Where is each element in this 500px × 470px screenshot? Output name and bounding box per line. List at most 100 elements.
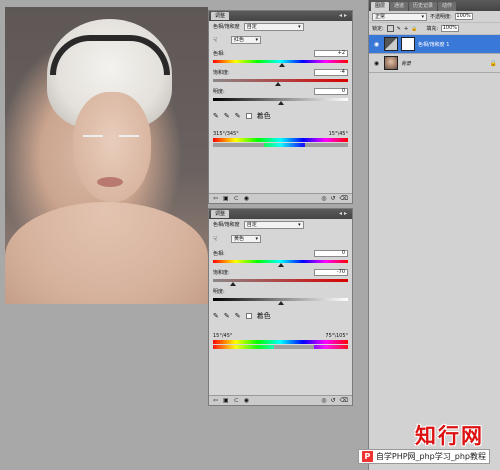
document-photo[interactable] <box>5 7 208 304</box>
saturation-slider[interactable] <box>213 78 348 86</box>
photo-eye-left <box>83 135 103 139</box>
hue-slider[interactable] <box>213 259 348 267</box>
adjustments-tab[interactable]: 调整 <box>211 12 230 20</box>
adjustments-tab[interactable]: 调整 <box>211 210 230 218</box>
panel-title: 色相/饱和度 <box>213 24 240 30</box>
preset-select-value: 自定 <box>246 221 257 228</box>
blend-mode-value: 正常 <box>375 13 386 20</box>
lock-row: 锁定: ✎ ✛ 🔒 填充: 100% <box>369 23 500 35</box>
photo-eye-right <box>119 135 139 139</box>
lightness-row: 明度: 0 <box>209 86 352 97</box>
reset-icon[interactable]: ↺ <box>330 397 335 404</box>
layer-row-background[interactable]: ◉ 背景 🔒 <box>369 54 500 73</box>
photo-shoulders <box>5 202 208 304</box>
saturation-label: 饱和度: <box>213 70 230 76</box>
colorize-checkbox[interactable] <box>245 313 252 319</box>
eyedropper-minus-icon[interactable]: ✎ <box>235 312 241 320</box>
blend-mode-select[interactable]: 正常 ▾ <box>372 12 427 21</box>
blend-row: 正常 ▾ 不透明度: 100% <box>369 11 500 23</box>
trash-icon[interactable]: ⌫ <box>340 397 348 404</box>
fill-label: 填充: <box>426 26 439 32</box>
hue-input[interactable]: 0 <box>314 250 348 257</box>
panel-footer: ⇦ ▣ ⊂ ◉ ◎ ↺ ⌫ <box>209 193 352 203</box>
hue-input[interactable]: +2 <box>314 50 348 57</box>
saturation-input[interactable]: -70 <box>314 269 348 276</box>
clip-layer-icon[interactable]: ⊂ <box>234 397 239 404</box>
adjustments-panel-yellow: 调整 ◂▸ 色相/饱和度 自定 ▾ ☟ 黄色 ▾ 色相: 0 饱和度: -70 … <box>208 208 353 406</box>
hue-row: 色相: +2 <box>209 48 352 59</box>
channel-row: ☟ 红色 ▾ <box>209 34 352 45</box>
preset-select[interactable]: 自定 ▾ <box>243 220 304 229</box>
lock-brush-icon[interactable]: ✎ <box>397 26 401 32</box>
back-arrow-icon[interactable]: ⇦ <box>213 397 218 404</box>
tab-layers[interactable]: 图层 <box>371 2 390 11</box>
previous-state-icon[interactable]: ◎ <box>321 195 326 202</box>
lock-move-icon[interactable]: ✛ <box>404 26 408 32</box>
previous-state-icon[interactable]: ◎ <box>321 397 326 404</box>
eyedropper-row: ✎ ✎ ✎ 着色 <box>209 310 352 322</box>
preset-select[interactable]: 自定 ▾ <box>243 22 304 31</box>
range-mask <box>273 345 315 349</box>
tab-channels[interactable]: 通道 <box>390 2 409 11</box>
lightness-slider-thumb[interactable] <box>277 101 284 105</box>
visibility-eye-icon[interactable]: ◉ <box>372 60 381 67</box>
preset-select-value: 自定 <box>246 23 257 30</box>
panel-footer: ⇦ ▣ ⊂ ◉ ◎ ↺ ⌫ <box>209 395 352 405</box>
layer-thumbnail <box>384 56 398 70</box>
range-right: 75°\105° <box>325 333 348 339</box>
lightness-slider[interactable] <box>213 97 348 105</box>
visibility-eye-icon[interactable]: ◉ <box>244 397 249 404</box>
watermark-logo-text: 知行网 <box>415 423 484 448</box>
tab-actions[interactable]: 动作 <box>438 2 457 11</box>
lock-label: 锁定: <box>372 26 384 32</box>
eyedropper-plus-icon[interactable]: ✎ <box>224 312 230 320</box>
eyedropper-minus-icon[interactable]: ✎ <box>235 112 241 120</box>
lightness-label: 明度: <box>213 89 225 95</box>
range-readout: 15°/45° 75°\105° <box>209 332 352 340</box>
watermark-p-logo: P <box>361 451 373 462</box>
lightness-row: 明度: <box>209 286 352 297</box>
eyedropper-icon[interactable]: ✎ <box>213 312 219 320</box>
channel-select[interactable]: 黄色 ▾ <box>231 234 261 243</box>
visibility-eye-icon[interactable]: ◉ <box>372 41 381 48</box>
layer-mask-thumbnail[interactable] <box>401 37 415 51</box>
layer-row-adjustment[interactable]: ◉ 色相/饱和度 1 <box>369 35 500 54</box>
back-arrow-icon[interactable]: ⇦ <box>213 195 218 202</box>
eyedropper-icon[interactable]: ✎ <box>213 112 219 120</box>
hand-target-icon[interactable]: ☟ <box>213 235 225 243</box>
opacity-label: 不透明度: <box>430 14 452 20</box>
lightness-slider[interactable] <box>213 297 348 305</box>
lightness-slider-thumb[interactable] <box>277 301 284 305</box>
saturation-input[interactable]: -4 <box>314 69 348 76</box>
opacity-input[interactable]: 100% <box>454 13 473 20</box>
chevron-down-icon: ▾ <box>255 235 258 242</box>
range-mask-left <box>213 143 265 147</box>
lightness-input[interactable]: 0 <box>314 88 348 95</box>
canvas-workspace: 调整 ◂▸ 色相/饱和度 自定 ▾ ☟ 红色 ▾ 色相: +2 饱和度: -4 … <box>0 0 368 470</box>
panel-window-buttons[interactable]: ◂▸ <box>339 210 349 217</box>
lock-all-icon[interactable]: 🔒 <box>411 26 417 32</box>
panel-window-buttons[interactable]: ◂▸ <box>339 12 349 19</box>
hand-target-icon[interactable]: ☟ <box>213 36 225 44</box>
chevron-down-icon: ▾ <box>298 221 301 228</box>
eyedropper-plus-icon[interactable]: ✎ <box>224 112 230 120</box>
lightness-label: 明度: <box>213 289 225 295</box>
panel-header-row: 色相/饱和度 自定 ▾ <box>209 219 352 230</box>
visibility-eye-icon[interactable]: ◉ <box>244 195 249 202</box>
fill-input[interactable]: 100% <box>441 25 460 32</box>
hue-slider[interactable] <box>213 59 348 67</box>
clip-layer-icon[interactable]: ⊂ <box>234 195 239 202</box>
layers-panel-tabs: 图层 通道 历史记录 动作 <box>369 0 500 11</box>
channel-select[interactable]: 红色 ▾ <box>231 35 261 44</box>
expand-view-icon[interactable]: ▣ <box>223 397 229 404</box>
colorize-checkbox[interactable] <box>245 113 252 119</box>
channel-row: ☟ 黄色 ▾ <box>209 233 352 244</box>
expand-view-icon[interactable]: ▣ <box>223 195 229 202</box>
tab-history[interactable]: 历史记录 <box>409 2 438 11</box>
reset-icon[interactable]: ↺ <box>330 195 335 202</box>
adjusted-spectrum-bar[interactable] <box>213 143 348 147</box>
lock-transparency-icon[interactable] <box>386 25 394 32</box>
adjusted-spectrum-bar[interactable] <box>213 345 348 349</box>
saturation-slider[interactable] <box>213 278 348 286</box>
trash-icon[interactable]: ⌫ <box>340 195 348 202</box>
